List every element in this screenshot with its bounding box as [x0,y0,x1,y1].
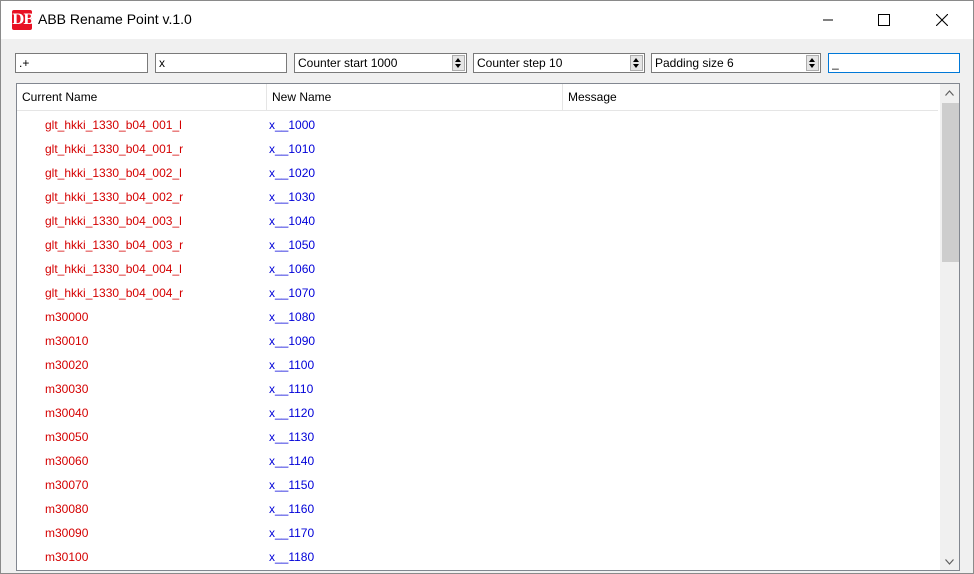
table-row[interactable]: glt_hkki_1330_b04_001_l x__1000 [17,113,938,137]
table-row[interactable]: m30090 x__1170 [17,521,938,545]
separator-input[interactable] [828,53,960,73]
spin-down-icon[interactable] [809,64,815,68]
current-name-cell: m30000 [45,310,89,324]
new-name-cell: x__1090 [269,334,316,348]
new-name-cell: x__1080 [269,310,316,324]
table-row[interactable]: glt_hkki_1330_b04_002_l x__1020 [17,161,938,185]
table-row[interactable]: glt_hkki_1330_b04_003_l x__1040 [17,209,938,233]
scrollbar-thumb[interactable] [942,103,959,262]
table-row[interactable]: glt_hkki_1330_b04_002_r x__1030 [17,185,938,209]
padding-size-spinner[interactable]: Padding size 6 [651,53,821,73]
padding-size-stepper[interactable] [806,55,819,71]
chevron-down-icon [945,558,954,565]
counter-step-stepper[interactable] [630,55,643,71]
spin-up-icon[interactable] [809,58,815,62]
counter-start-stepper[interactable] [452,55,465,71]
table-row[interactable]: m30100 x__1180 [17,545,938,569]
current-name-cell: m30030 [45,382,89,396]
current-name-cell: glt_hkki_1330_b04_004_r [45,286,184,300]
new-name-cell: x__1030 [269,190,316,204]
minimize-icon [823,19,833,21]
current-name-cell: glt_hkki_1330_b04_003_r [45,238,184,252]
table-row[interactable]: m30040 x__1120 [17,401,938,425]
current-name-cell: m30040 [45,406,89,420]
current-name-cell: glt_hkki_1330_b04_002_l [45,166,182,180]
app-window: DB ABB Rename Point v.1.0 Counter start … [0,0,974,574]
current-name-cell: m30100 [45,550,89,564]
current-name-cell: m30080 [45,502,89,516]
spin-up-icon[interactable] [455,58,461,62]
title-bar[interactable]: DB ABB Rename Point v.1.0 [1,1,973,39]
current-name-cell: m30050 [45,430,89,444]
grid-header: Current Name New Name Message [17,84,938,111]
close-button[interactable] [919,1,965,39]
app-logo-icon: DB [12,10,35,30]
minimize-button[interactable] [805,1,851,39]
table-row[interactable]: m30080 x__1160 [17,497,938,521]
current-name-cell: m30070 [45,478,89,492]
new-name-cell: x__1130 [269,430,315,444]
new-name-cell: x__1050 [269,238,316,252]
spin-down-icon[interactable] [455,64,461,68]
grid-rows: glt_hkki_1330_b04_001_l x__1000 glt_hkki_1… [17,113,938,569]
counter-start-spinner[interactable]: Counter start 1000 [294,53,467,73]
counter-step-spinner[interactable]: Counter step 10 [473,53,645,73]
new-name-cell: x__1160 [269,502,315,516]
table-row[interactable]: m30030 x__1110 [17,377,938,401]
current-name-cell: glt_hkki_1330_b04_004_l [45,262,182,276]
current-name-cell: glt_hkki_1330_b04_001_r [45,142,184,156]
current-name-cell: glt_hkki_1330_b04_003_l [45,214,182,228]
new-name-cell: x__1120 [269,406,315,420]
scroll-down-button[interactable] [940,553,959,570]
table-row[interactable]: m30070 x__1150 [17,473,938,497]
new-name-cell: x__1110 [269,382,314,396]
spin-up-icon[interactable] [633,58,639,62]
new-name-cell: x__1060 [269,262,316,276]
pattern-input[interactable] [15,53,148,73]
table-row[interactable]: glt_hkki_1330_b04_004_r x__1070 [17,281,938,305]
table-row[interactable]: glt_hkki_1330_b04_004_l x__1060 [17,257,938,281]
new-name-cell: x__1140 [269,454,315,468]
counter-step-label: Counter step 10 [477,56,563,70]
vertical-scrollbar[interactable] [940,84,959,570]
current-name-cell: m30090 [45,526,89,540]
current-name-cell: m30010 [45,334,89,348]
new-name-cell: x__1020 [269,166,316,180]
new-name-cell: x__1150 [269,478,315,492]
column-header-new-name[interactable]: New Name [267,84,563,110]
table-row[interactable]: m30050 x__1130 [17,425,938,449]
current-name-cell: m30020 [45,358,89,372]
column-header-message[interactable]: Message [563,84,938,110]
table-row[interactable]: glt_hkki_1330_b04_003_r x__1050 [17,233,938,257]
prefix-input[interactable] [155,53,287,73]
current-name-cell: glt_hkki_1330_b04_002_r [45,190,184,204]
new-name-cell: x__1100 [269,358,315,372]
rename-grid[interactable]: Current Name New Name Message glt_hkki_1… [16,83,960,571]
toolbar: Counter start 1000 Counter step 10 Paddi… [1,39,973,81]
new-name-cell: x__1170 [269,526,315,540]
column-header-current-name[interactable]: Current Name [17,84,267,110]
table-row[interactable]: m30020 x__1100 [17,353,938,377]
maximize-icon [878,14,890,26]
current-name-cell: m30060 [45,454,89,468]
counter-start-label: Counter start 1000 [298,56,398,70]
new-name-cell: x__1000 [269,118,316,132]
spin-down-icon[interactable] [633,64,639,68]
table-row[interactable]: m30010 x__1090 [17,329,938,353]
padding-size-label: Padding size 6 [655,56,734,70]
scroll-up-button[interactable] [940,84,959,101]
chevron-up-icon [945,89,954,96]
new-name-cell: x__1010 [269,142,316,156]
current-name-cell: glt_hkki_1330_b04_001_l [45,118,182,132]
table-row[interactable]: glt_hkki_1330_b04_001_r x__1010 [17,137,938,161]
maximize-button[interactable] [861,1,907,39]
table-row[interactable]: m30000 x__1080 [17,305,938,329]
new-name-cell: x__1040 [269,214,316,228]
close-icon [936,14,948,26]
new-name-cell: x__1180 [269,550,315,564]
new-name-cell: x__1070 [269,286,316,300]
table-row[interactable]: m30060 x__1140 [17,449,938,473]
window-title: ABB Rename Point v.1.0 [38,11,192,27]
